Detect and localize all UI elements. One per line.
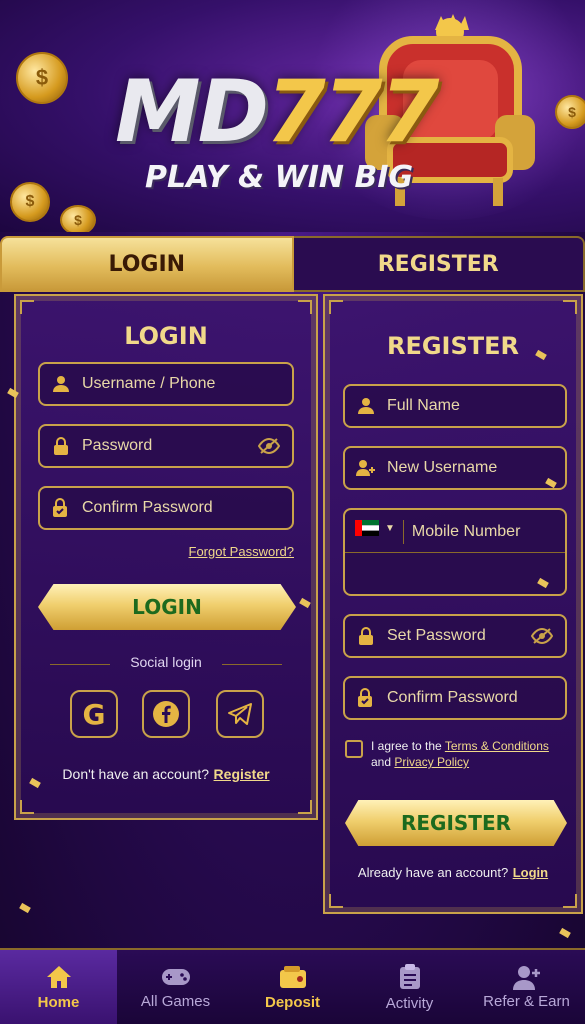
- google-login-button[interactable]: G: [70, 690, 118, 738]
- full-name-placeholder: Full Name: [387, 397, 460, 414]
- uae-flag-icon[interactable]: ▼: [355, 520, 395, 536]
- mobile-placeholder: Mobile Number: [411, 523, 521, 540]
- confirm-password-field[interactable]: Confirm Password: [38, 486, 294, 530]
- lock-check-icon: [50, 498, 72, 518]
- auth-tabs: LOGIN REGISTER: [0, 236, 585, 292]
- set-password-field[interactable]: Set Password: [343, 614, 567, 658]
- login-panel: LOGIN Username / Phone Password Confirm …: [14, 294, 318, 820]
- username-placeholder: Username / Phone: [82, 375, 216, 392]
- google-icon: G: [82, 697, 106, 731]
- password-placeholder: Password: [82, 437, 153, 454]
- register-link[interactable]: Register: [214, 766, 270, 782]
- user-icon: [50, 375, 72, 393]
- full-name-field[interactable]: Full Name: [343, 384, 567, 428]
- tab-login[interactable]: LOGIN: [0, 236, 294, 292]
- nav-deposit[interactable]: Deposit: [234, 950, 351, 1024]
- home-icon: [46, 965, 71, 988]
- terms-checkbox[interactable]: [345, 740, 363, 758]
- forgot-password-link[interactable]: Forgot Password?: [189, 544, 295, 559]
- user-icon: [355, 397, 377, 415]
- login-button[interactable]: LOGIN: [38, 584, 296, 630]
- lock-check-icon: [355, 688, 377, 708]
- eye-off-icon[interactable]: [257, 437, 281, 460]
- username-field[interactable]: Username / Phone: [38, 362, 294, 406]
- confirm-password-placeholder: Confirm Password: [82, 499, 213, 516]
- login-title: LOGIN: [124, 322, 208, 350]
- login-prompt: Already have an account? Login: [357, 865, 549, 880]
- mobile-number-field[interactable]: ▼ Mobile Number: [343, 508, 567, 596]
- coin-icon: $: [555, 95, 585, 129]
- clipboard-icon: [399, 963, 420, 989]
- nav-refer-earn[interactable]: Refer & Earn: [468, 950, 585, 1024]
- confetti: [19, 902, 31, 914]
- login-link[interactable]: Login: [513, 865, 548, 880]
- lock-icon: [355, 627, 377, 645]
- add-user-icon: [355, 459, 377, 477]
- telegram-icon: [228, 703, 252, 725]
- chevron-down-icon: ▼: [385, 522, 395, 534]
- add-user-icon: [512, 965, 540, 990]
- brand-logo: MD777: [115, 62, 439, 162]
- nav-all-games[interactable]: All Games: [117, 950, 234, 1024]
- register-prompt: Don't have an account? Register: [62, 766, 270, 782]
- register-button[interactable]: REGISTER: [345, 800, 567, 846]
- gamepad-icon: [161, 968, 190, 985]
- lock-icon: [50, 437, 72, 455]
- social-login-label: Social login: [130, 654, 202, 670]
- terms-link[interactable]: Terms & Conditions: [445, 739, 549, 753]
- coin-icon: $: [10, 182, 50, 222]
- wallet-icon: [279, 965, 306, 988]
- set-password-placeholder: Set Password: [387, 627, 486, 644]
- tagline: PLAY & WIN BIG: [145, 160, 414, 195]
- nav-activity[interactable]: Activity: [351, 950, 468, 1024]
- hero-banner: $ $ $ $ MD777 PLAY & WIN BIG: [0, 0, 585, 232]
- coin-icon: $: [60, 205, 96, 232]
- new-username-field[interactable]: New Username: [343, 446, 567, 490]
- facebook-icon: [153, 701, 179, 727]
- telegram-login-button[interactable]: [216, 690, 264, 738]
- new-username-placeholder: New Username: [387, 459, 498, 476]
- facebook-login-button[interactable]: [142, 690, 190, 738]
- eye-off-icon[interactable]: [530, 627, 554, 650]
- confetti: [559, 927, 571, 939]
- register-panel: REGISTER Full Name New Username ▼ Mobile…: [323, 294, 583, 914]
- password-field[interactable]: Password: [38, 424, 294, 468]
- bottom-nav: Home All Games Deposit Activity Refer & …: [0, 948, 585, 1024]
- nav-home[interactable]: Home: [0, 950, 117, 1024]
- privacy-link[interactable]: Privacy Policy: [394, 755, 469, 769]
- tab-register[interactable]: REGISTER: [293, 236, 585, 292]
- coin-icon: $: [16, 52, 68, 104]
- terms-agreement: I agree to the Terms & Conditions and Pr…: [371, 739, 549, 769]
- register-confirm-password-field[interactable]: Confirm Password: [343, 676, 567, 720]
- register-confirm-password-placeholder: Confirm Password: [387, 689, 518, 706]
